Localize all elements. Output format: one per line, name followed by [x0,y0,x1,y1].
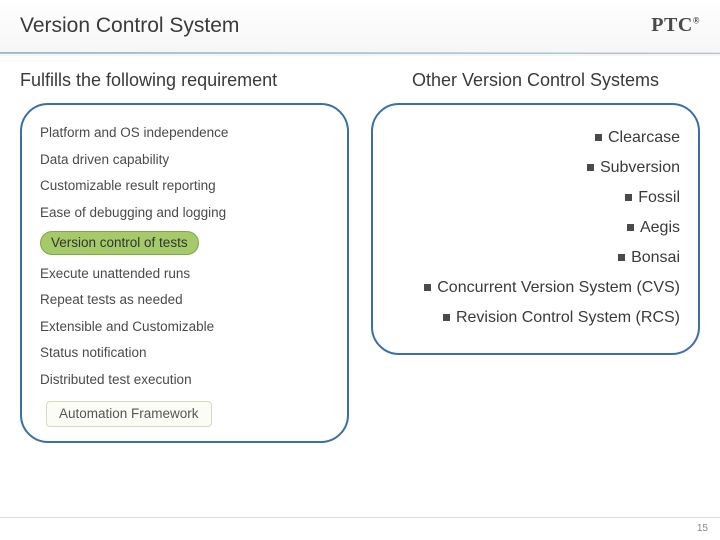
requirement-item: Extensible and Customizable [40,316,329,338]
slide-title: Version Control System [20,14,700,38]
requirement-item: Data driven capability [40,149,329,171]
right-column-title: Other Version Control Systems [371,70,700,91]
requirement-item: Distributed test execution [40,369,329,391]
system-item: Fossil [391,189,680,207]
bullet-icon [424,284,431,291]
requirement-item: Customizable result reporting [40,175,329,197]
system-label: Revision Control System (RCS) [456,309,680,326]
left-column-title: Fulfills the following requirement [20,70,349,91]
slide-number: 15 [697,523,708,534]
right-column: Other Version Control Systems Clearcase … [371,70,700,443]
systems-bubble: Clearcase Subversion Fossil Aegis Bonsai… [371,103,700,355]
content-area: Fulfills the following requirement Platf… [0,56,720,443]
left-column: Fulfills the following requirement Platf… [20,70,349,443]
system-item: Concurrent Version System (CVS) [391,279,680,297]
bullet-icon [625,194,632,201]
requirement-item: Repeat tests as needed [40,289,329,311]
bullet-icon [587,164,594,171]
requirement-item: Platform and OS independence [40,122,329,144]
requirement-item: Version control of tests [40,228,329,258]
bullet-icon [618,254,625,261]
requirement-item: Status notification [40,342,329,364]
system-label: Subversion [600,159,680,176]
slide-header: Version Control System PTC® [0,0,720,56]
systems-list: Clearcase Subversion Fossil Aegis Bonsai… [391,129,680,327]
requirement-highlighted: Version control of tests [40,231,199,255]
system-item: Revision Control System (RCS) [391,309,680,327]
requirements-bubble: Platform and OS independence Data driven… [20,103,349,443]
bullet-icon [595,134,602,141]
system-label: Concurrent Version System (CVS) [437,279,680,296]
brand-logo: PTC® [651,14,700,37]
system-label: Bonsai [631,249,680,266]
system-item: Aegis [391,219,680,237]
framework-box: Automation Framework [40,395,329,427]
requirement-item: Ease of debugging and logging [40,202,329,224]
requirements-list: Platform and OS independence Data driven… [40,122,329,427]
footer-divider [0,517,720,518]
system-item: Subversion [391,159,680,177]
header-divider [0,52,720,54]
framework-label: Automation Framework [46,401,212,427]
logo-text: PTC [651,14,693,36]
logo-mark: ® [693,15,700,25]
system-item: Bonsai [391,249,680,267]
system-label: Fossil [638,189,680,206]
bullet-icon [443,314,450,321]
bullet-icon [627,224,634,231]
system-label: Aegis [640,219,680,236]
system-label: Clearcase [608,129,680,146]
slide: Version Control System PTC® Fulfills the… [0,0,720,540]
system-item: Clearcase [391,129,680,147]
requirement-item: Execute unattended runs [40,263,329,285]
